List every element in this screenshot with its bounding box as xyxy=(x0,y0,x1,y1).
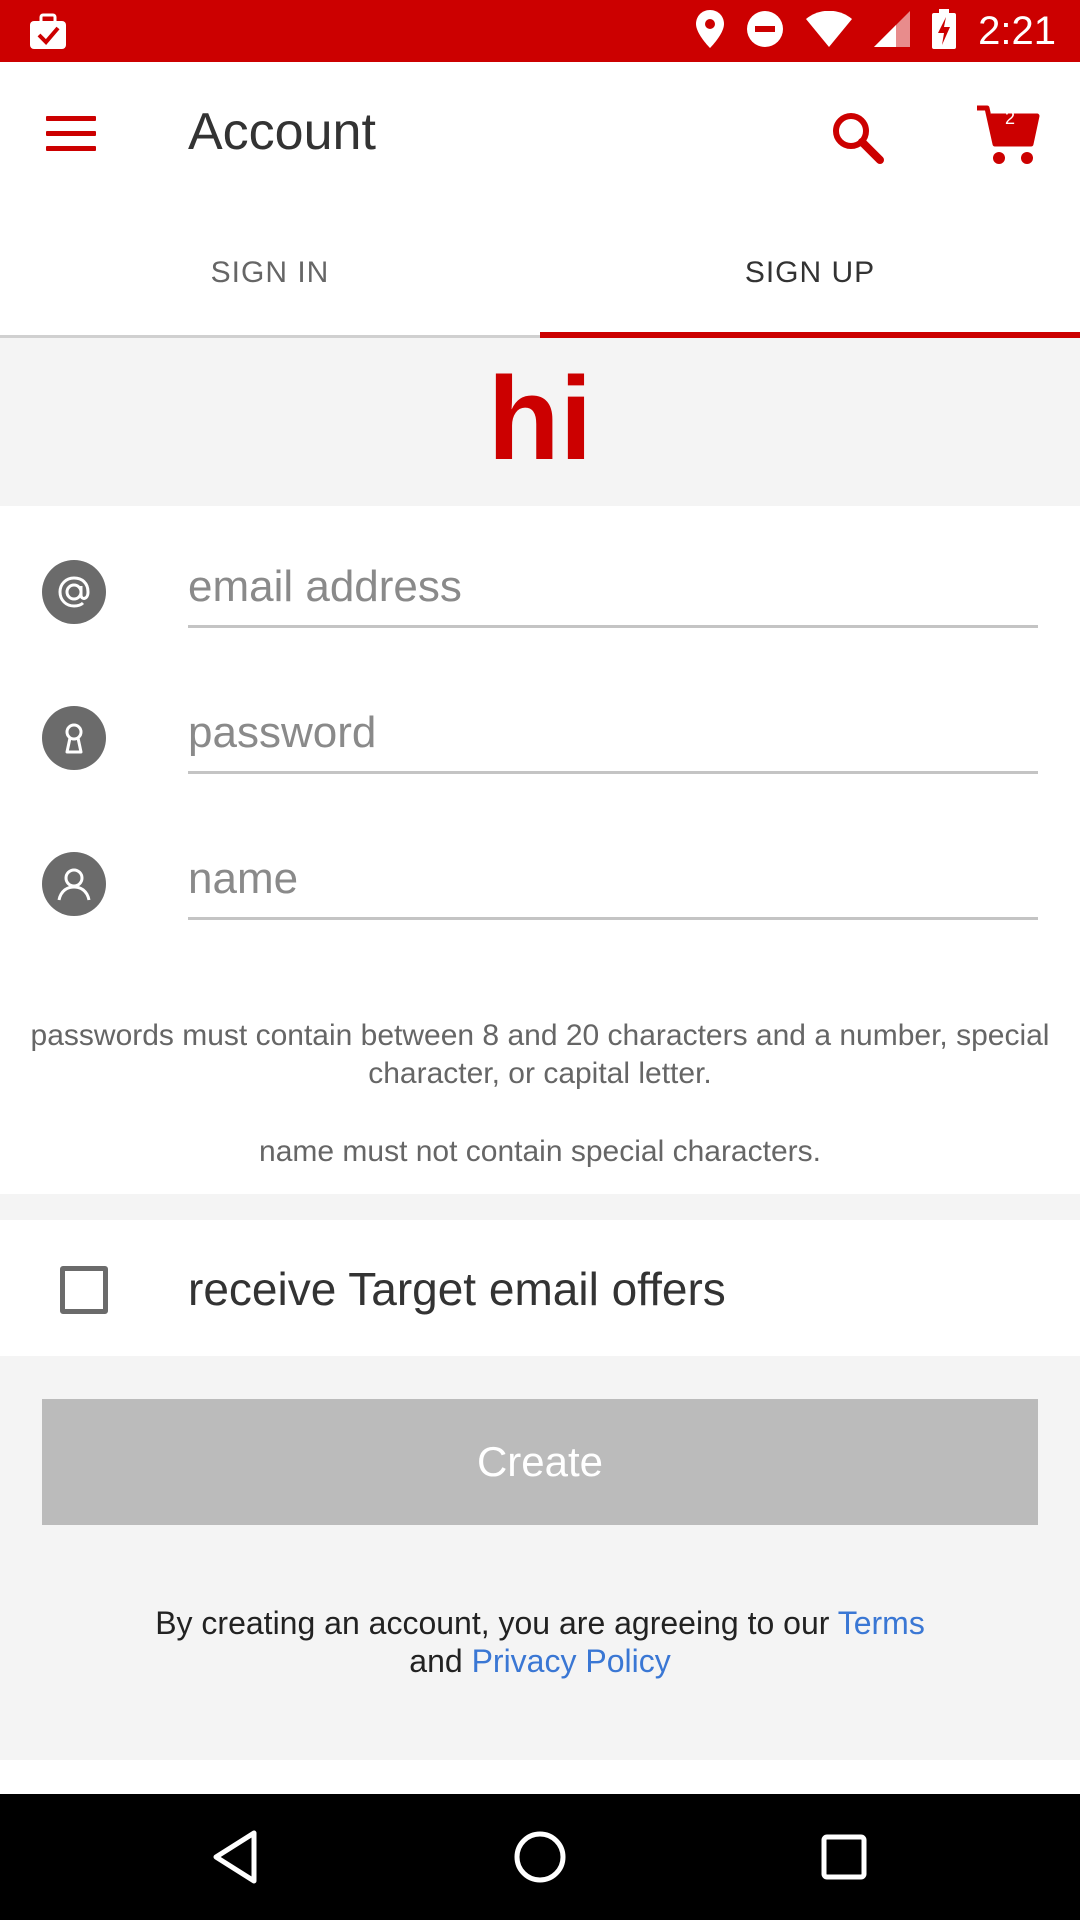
greeting-banner: hi xyxy=(0,338,1080,506)
tab-sign-up[interactable]: SIGN UP xyxy=(540,210,1080,338)
person-icon xyxy=(42,852,106,916)
wifi-icon xyxy=(806,10,853,52)
back-icon[interactable] xyxy=(208,1827,268,1887)
privacy-policy-link[interactable]: Privacy Policy xyxy=(472,1643,671,1679)
legal-prefix: By creating an account, you are agreeing… xyxy=(155,1605,838,1641)
legal-text: By creating an account, you are agreeing… xyxy=(40,1604,1040,1680)
name-field[interactable] xyxy=(188,840,1038,920)
email-offers-checkbox[interactable] xyxy=(60,1266,108,1314)
recents-icon[interactable] xyxy=(814,1827,874,1887)
content-bottom-edge xyxy=(0,1760,1080,1794)
name-row xyxy=(0,828,1080,948)
password-field[interactable] xyxy=(188,694,1038,774)
terms-link[interactable]: Terms xyxy=(838,1605,925,1641)
app-bar: Account 2 xyxy=(0,62,1080,210)
submit-section: Create By creating an account, you are a… xyxy=(0,1356,1080,1760)
navigation-bar xyxy=(0,1794,1080,1920)
email-offers-row[interactable]: receive Target email offers xyxy=(0,1220,1080,1356)
status-bar: 2:21 xyxy=(0,0,1080,62)
greeting-text: hi xyxy=(487,353,593,485)
cart-icon[interactable]: 2 xyxy=(975,104,1041,170)
location-icon xyxy=(696,9,725,53)
do-not-disturb-icon xyxy=(746,10,784,53)
home-icon[interactable] xyxy=(510,1827,570,1887)
create-button[interactable]: Create xyxy=(42,1399,1038,1525)
clipboard-check-icon xyxy=(28,13,68,56)
auth-tabs: SIGN IN SIGN UP xyxy=(0,210,1080,338)
page-title: Account xyxy=(188,103,376,161)
section-divider xyxy=(0,1194,1080,1220)
search-icon[interactable] xyxy=(830,110,886,166)
password-rule-hint: passwords must contain between 8 and 20 … xyxy=(30,1019,1050,1090)
cart-count-badge: 2 xyxy=(1004,108,1015,128)
at-sign-icon xyxy=(42,560,106,624)
tab-sign-in[interactable]: SIGN IN xyxy=(0,210,540,335)
sign-up-form: passwords must contain between 8 and 20 … xyxy=(0,506,1080,1194)
menu-icon[interactable] xyxy=(46,114,98,154)
email-row xyxy=(0,536,1080,656)
email-field[interactable] xyxy=(188,548,1038,628)
cell-signal-icon xyxy=(874,10,911,52)
keyhole-icon xyxy=(42,706,106,770)
email-offers-label: receive Target email offers xyxy=(188,1263,726,1315)
password-row xyxy=(0,682,1080,802)
name-rule-hint: name must not contain special characters… xyxy=(259,1135,821,1168)
status-time: 2:21 xyxy=(978,8,1056,53)
battery-charging-icon xyxy=(932,8,957,54)
legal-and: and xyxy=(409,1643,472,1679)
